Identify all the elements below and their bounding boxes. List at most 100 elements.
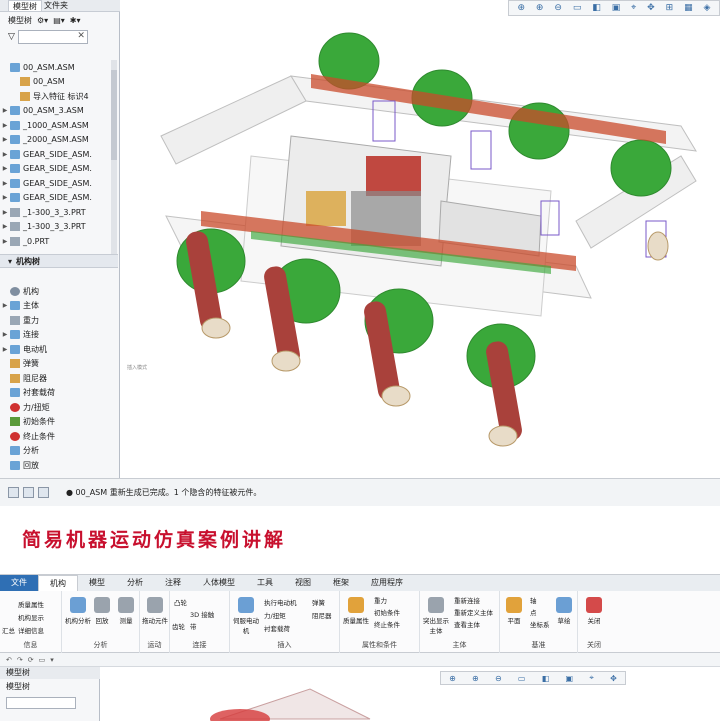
close-button[interactable]: 关闭 xyxy=(580,597,608,625)
clear-search-icon[interactable]: ✕ xyxy=(77,31,85,41)
mech-item[interactable]: 力/扭矩 xyxy=(0,400,118,415)
plane-button[interactable]: 平面 xyxy=(500,597,528,625)
zoom-in-icon[interactable]: ⊕ xyxy=(536,3,544,13)
mech-item[interactable]: 终止条件 xyxy=(0,429,118,444)
initial-condition-button[interactable]: 初始条件 xyxy=(374,607,400,617)
bushing-load-button[interactable]: 衬套载荷 xyxy=(264,623,290,633)
tree-item[interactable]: ▶ _1-300_3_3.PRT xyxy=(0,220,118,235)
display-style-icon[interactable]: ◧ xyxy=(542,674,550,683)
mech-item[interactable]: 重力 xyxy=(0,313,118,328)
redo-icon[interactable]: ↷ xyxy=(17,656,23,664)
mech-item[interactable]: 分析 xyxy=(0,444,118,459)
tab-view[interactable]: 视图 xyxy=(284,575,322,591)
force-motor-button[interactable]: 执行电动机 xyxy=(264,597,297,607)
browser-icon[interactable] xyxy=(23,487,34,498)
drag-components-button[interactable]: 拖动元件 xyxy=(141,597,169,625)
tab-annotate[interactable]: 注释 xyxy=(154,575,192,591)
termination-condition-button[interactable]: 终止条件 xyxy=(374,619,400,629)
tab-model[interactable]: 模型 xyxy=(78,575,116,591)
csys-button[interactable]: 坐标系 xyxy=(530,619,550,629)
display-style-icon[interactable]: ◧ xyxy=(592,3,601,13)
mechanism-tree-header[interactable]: ▾ 机构树 xyxy=(0,254,118,268)
tree-search-input[interactable] xyxy=(6,697,76,709)
point-button[interactable]: 点 xyxy=(530,607,537,617)
tree-item[interactable]: ▶ _1-300_3_3.PRT xyxy=(0,205,118,220)
damper-button[interactable]: 阻尼器 xyxy=(312,610,332,620)
graphics-viewport[interactable]: 插入模式 xyxy=(121,16,720,478)
windows-icon[interactable]: ▭ xyxy=(39,656,46,664)
mech-item[interactable]: 回放 xyxy=(0,458,118,473)
cam-button[interactable]: 凸轮 xyxy=(174,597,187,607)
tree-item[interactable]: ▶ 00_ASM_3.ASM xyxy=(0,104,118,119)
mech-item[interactable]: ▶ 主体 xyxy=(0,299,118,314)
mech-item[interactable]: 弹簧 xyxy=(0,357,118,372)
measure-button[interactable]: 测量 xyxy=(112,597,140,625)
regenerate-icon[interactable]: ⟳ xyxy=(28,656,34,664)
axis-button[interactable]: 轴 xyxy=(530,595,537,605)
mech-item[interactable]: ▶ 电动机 xyxy=(0,342,118,357)
mechanism-display-button[interactable]: 机构显示 xyxy=(18,612,44,622)
zoom-in-icon[interactable]: ⊕ xyxy=(472,674,479,683)
gears-button[interactable]: 齿轮 xyxy=(172,621,185,631)
spin-center-icon[interactable]: ✥ xyxy=(647,3,655,13)
mech-item[interactable]: ▶ 连接 xyxy=(0,328,118,343)
summary-button[interactable]: 汇总 xyxy=(2,625,15,635)
servo-motor-button[interactable]: 伺服电动机 xyxy=(232,597,260,635)
zoom-out-icon[interactable]: ⊖ xyxy=(554,3,562,13)
tab-folder[interactable]: 文件夹 xyxy=(44,0,68,11)
tree-item[interactable]: ▶ GEAR_SIDE_ASM. xyxy=(0,147,118,162)
tab-model-tree[interactable]: 模型树 xyxy=(8,0,42,11)
highlight-bodies-button[interactable]: 突出显示主体 xyxy=(422,597,450,635)
tab-model-tree[interactable]: 模型树 xyxy=(6,667,30,679)
refit-icon[interactable]: ⊕ xyxy=(517,3,525,13)
toggle-navigator-icon[interactable] xyxy=(8,487,19,498)
gravity-button[interactable]: 重力 xyxy=(374,595,387,605)
datum-display-icon[interactable]: ⌖ xyxy=(631,3,636,13)
model-tree-menu[interactable]: 模型树 xyxy=(6,681,30,692)
tree-item[interactable]: ▶ _1000_ASM.ASM xyxy=(0,118,118,133)
model-tree-menu[interactable]: 模型树 xyxy=(8,15,32,26)
tree-scrollbar[interactable] xyxy=(111,60,117,260)
tab-mechanism[interactable]: 机构 xyxy=(38,575,78,591)
mech-item[interactable]: 阻尼器 xyxy=(0,371,118,386)
3d-contact-button[interactable]: 3D 接触 xyxy=(190,609,214,619)
tab-framework[interactable]: 框架 xyxy=(322,575,360,591)
tree-item[interactable]: ▶ GEAR_SIDE_ASM. xyxy=(0,162,118,177)
repaint-icon[interactable]: ▭ xyxy=(573,3,582,13)
mass-properties-button[interactable]: 质量属性 xyxy=(18,599,44,609)
tree-item[interactable]: 00_ASM xyxy=(0,75,118,90)
tree-search-input[interactable]: ✕ xyxy=(17,30,88,44)
detailed-info-button[interactable]: 详细信息 xyxy=(18,625,44,635)
perspective-icon[interactable]: ◈ xyxy=(704,3,711,13)
mech-item[interactable]: 机构 xyxy=(0,284,118,299)
view-bodies-button[interactable]: 查看主体 xyxy=(454,619,480,629)
tree-columns-icon[interactable]: ▤▾ xyxy=(53,16,65,25)
tree-settings-icon[interactable]: ⚙▾ xyxy=(37,16,48,25)
tree-item[interactable]: ▶ _2000_ASM.ASM xyxy=(0,133,118,148)
tab-tools[interactable]: 工具 xyxy=(246,575,284,591)
redefine-bodies-button[interactable]: 重新定义主体 xyxy=(454,607,493,617)
refit-icon[interactable]: ⊕ xyxy=(449,674,456,683)
saved-views-icon[interactable]: ▣ xyxy=(566,674,574,683)
filter-icon[interactable]: ▽ xyxy=(8,32,15,42)
tree-item[interactable]: ▶ _0.PRT xyxy=(0,234,118,249)
mech-item[interactable]: 衬套载荷 xyxy=(0,386,118,401)
force-torque-button[interactable]: 力/扭矩 xyxy=(264,610,286,620)
mass-properties-big-button[interactable]: 质量属性 xyxy=(342,597,370,625)
tab-analysis[interactable]: 分析 xyxy=(116,575,154,591)
tab-manikin[interactable]: 人体模型 xyxy=(192,575,246,591)
annotation-display-icon[interactable]: ⊞ xyxy=(666,3,674,13)
saved-views-icon[interactable]: ▣ xyxy=(612,3,621,13)
spin-center-icon[interactable]: ✥ xyxy=(610,674,617,683)
datum-display-icon[interactable]: ⌖ xyxy=(589,673,594,683)
sketch-button[interactable]: 草绘 xyxy=(550,597,578,625)
view-manager-icon[interactable]: ▦ xyxy=(684,3,693,13)
tree-item[interactable]: 导入特征 标识4 xyxy=(0,89,118,104)
mech-item[interactable]: 初始条件 xyxy=(0,415,118,430)
zoom-out-icon[interactable]: ⊖ xyxy=(495,674,502,683)
spring-button[interactable]: 弹簧 xyxy=(312,597,325,607)
reconnect-button[interactable]: 重新连接 xyxy=(454,595,480,605)
tree-item[interactable]: ▶ GEAR_SIDE_ASM. xyxy=(0,191,118,206)
undo-icon[interactable]: ↶ xyxy=(6,656,12,664)
more-icon[interactable]: ▾ xyxy=(50,656,54,664)
